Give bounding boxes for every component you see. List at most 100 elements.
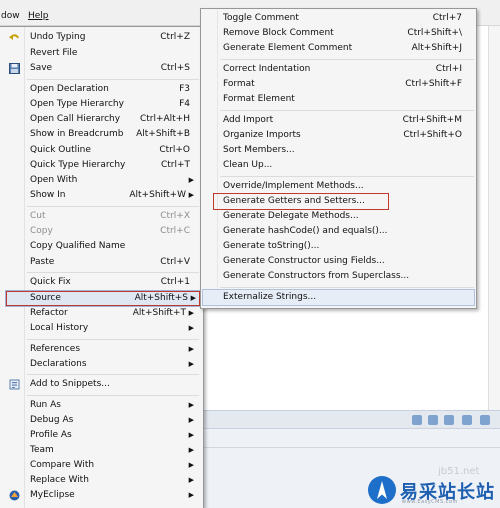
source-submenu: Toggle Comment Ctrl+7 Remove Block Comme… xyxy=(200,8,477,309)
editor-scrollbar[interactable] xyxy=(488,26,500,416)
menu-item-team[interactable]: Team ▶ xyxy=(2,443,202,458)
menu-item-clean-up[interactable]: Clean Up... xyxy=(203,158,474,173)
menu-item-label: Quick Outline xyxy=(30,145,91,155)
menu-window[interactable]: dow xyxy=(1,11,20,21)
menu-item-open-type-hierarchy[interactable]: Open Type Hierarchy F4 xyxy=(2,97,202,112)
menu-separator xyxy=(27,206,199,207)
menu-item-generate-element-comment[interactable]: Generate Element Comment Alt+Shift+J xyxy=(203,41,474,56)
menu-item-shortcut: F4 xyxy=(179,99,190,109)
menu-item-label: Profile As xyxy=(30,430,72,440)
menu-item-open-declaration[interactable]: Open Declaration F3 xyxy=(2,82,202,97)
menu-item-shortcut: Ctrl+7 xyxy=(432,13,462,23)
menu-item-quick-type-hierarchy[interactable]: Quick Type Hierarchy Ctrl+T xyxy=(2,158,202,173)
menu-item-label: Refactor xyxy=(30,308,68,318)
menu-item-externalize-strings[interactable]: Externalize Strings... xyxy=(202,289,475,306)
menu-item-open-with[interactable]: Open With ▶ xyxy=(2,173,202,188)
menu-item-run-as[interactable]: Run As ▶ xyxy=(2,398,202,413)
menu-item-myeclipse[interactable]: MyEclipse ▶ xyxy=(2,488,202,503)
display-selected-icon[interactable] xyxy=(444,415,454,425)
menu-item-debug-as[interactable]: Debug As ▶ xyxy=(2,413,202,428)
menu-item-shortcut: Ctrl+I xyxy=(435,64,462,74)
watermark-logo-icon xyxy=(368,476,396,504)
menu-item-references[interactable]: References ▶ xyxy=(2,342,202,357)
menu-item-generate-constructor-fields[interactable]: Generate Constructor using Fields... xyxy=(203,254,474,269)
menu-item-generate-tostring[interactable]: Generate toString()... xyxy=(203,239,474,254)
view-menu-icon[interactable] xyxy=(412,415,422,425)
menu-item-compare-with[interactable]: Compare With ▶ xyxy=(2,458,202,473)
menu-item-shortcut: Ctrl+Shift+F xyxy=(405,79,462,89)
menu-item-toggle-comment[interactable]: Toggle Comment Ctrl+7 xyxy=(203,11,474,26)
menu-item-quick-fix[interactable]: Quick Fix Ctrl+1 xyxy=(2,275,202,290)
menu-separator xyxy=(220,287,474,288)
submenu-arrow-icon: ▶ xyxy=(188,476,194,484)
menu-item-label: Add Import xyxy=(223,115,274,125)
menu-item-label: Open Declaration xyxy=(30,84,109,94)
new-console-icon[interactable] xyxy=(462,415,472,425)
minimize-icon[interactable] xyxy=(480,415,490,425)
menu-item-label: Format xyxy=(223,79,255,89)
menu-item-label: Copy xyxy=(30,226,53,236)
watermark-url: jb51.net xyxy=(438,466,480,477)
menu-item-open-call-hierarchy[interactable]: Open Call Hierarchy Ctrl+Alt+H xyxy=(2,112,202,127)
menu-separator xyxy=(27,339,199,340)
menu-item-override-implement-methods[interactable]: Override/Implement Methods... xyxy=(203,179,474,194)
menu-help[interactable]: Help xyxy=(28,11,49,21)
menu-item-shortcut: Ctrl+1 xyxy=(160,277,190,287)
menu-item-copy-qualified-name[interactable]: Copy Qualified Name xyxy=(2,239,202,254)
menu-item-add-to-snippets[interactable]: Add to Snippets... xyxy=(2,377,202,392)
menu-item-refactor[interactable]: Refactor Alt+Shift+T ▶ xyxy=(2,306,202,321)
menu-item-shortcut: Ctrl+O xyxy=(159,145,190,155)
menu-item-declarations[interactable]: Declarations ▶ xyxy=(2,357,202,372)
menu-item-format[interactable]: Format Ctrl+Shift+F xyxy=(203,77,474,92)
submenu-arrow-icon: ▶ xyxy=(188,324,194,332)
menu-item-add-import[interactable]: Add Import Ctrl+Shift+M xyxy=(203,113,474,128)
menu-item-shortcut: Ctrl+X xyxy=(160,211,190,221)
menu-item-label: Declarations xyxy=(30,359,87,369)
menu-item-save[interactable]: Save Ctrl+S xyxy=(2,61,202,76)
menu-item-generate-delegate-methods[interactable]: Generate Delegate Methods... xyxy=(203,209,474,224)
menu-item-label: Cut xyxy=(30,211,46,221)
menu-item-label: Local History xyxy=(30,323,89,333)
menu-item-shortcut: Ctrl+S xyxy=(160,63,190,73)
menu-item-undo-typing[interactable]: Undo Typing Ctrl+Z xyxy=(2,30,202,45)
menu-item-replace-with[interactable]: Replace With ▶ xyxy=(2,473,202,488)
menu-item-format-element[interactable]: Format Element xyxy=(203,92,474,107)
menu-item-sort-members[interactable]: Sort Members... xyxy=(203,143,474,158)
menu-item-label: Revert File xyxy=(30,48,78,58)
menu-item-label: Open With xyxy=(30,175,78,185)
submenu-arrow-icon: ▶ xyxy=(188,461,194,469)
menu-item-copy[interactable]: Copy Ctrl+C xyxy=(2,224,202,239)
getters-setters-annotation-box xyxy=(213,193,389,210)
menu-item-show-in-breadcrumb[interactable]: Show in Breadcrumb Alt+Shift+B xyxy=(2,127,202,142)
menu-item-label: Clean Up... xyxy=(223,160,273,170)
snippets-icon xyxy=(9,379,20,390)
panel-divider xyxy=(200,447,500,448)
submenu-arrow-icon: ▶ xyxy=(188,360,194,368)
menu-item-local-history[interactable]: Local History ▶ xyxy=(2,321,202,336)
menu-item-shortcut: Alt+Shift+B xyxy=(136,129,190,139)
menu-item-show-in[interactable]: Show In Alt+Shift+W ▶ xyxy=(2,188,202,203)
save-icon xyxy=(9,63,20,74)
menu-item-generate-hashcode-equals[interactable]: Generate hashCode() and equals()... xyxy=(203,224,474,239)
menu-item-label: Open Call Hierarchy xyxy=(30,114,121,124)
menu-item-organize-imports[interactable]: Organize Imports Ctrl+Shift+O xyxy=(203,128,474,143)
menu-item-label: Organize Imports xyxy=(223,130,301,140)
menu-item-paste[interactable]: Paste Ctrl+V xyxy=(2,255,202,270)
menu-item-remove-block-comment[interactable]: Remove Block Comment Ctrl+Shift+\ xyxy=(203,26,474,41)
pin-icon[interactable] xyxy=(428,415,438,425)
menu-item-profile-as[interactable]: Profile As ▶ xyxy=(2,428,202,443)
myeclipse-icon xyxy=(9,490,20,501)
submenu-arrow-icon: ▶ xyxy=(188,191,194,199)
undo-icon xyxy=(9,34,19,40)
menu-separator xyxy=(27,272,199,273)
menu-item-cut[interactable]: Cut Ctrl+X xyxy=(2,209,202,224)
menu-separator xyxy=(220,59,474,60)
menu-separator xyxy=(220,176,474,177)
menu-item-generate-constructors-superclass[interactable]: Generate Constructors from Superclass... xyxy=(203,269,474,284)
menu-item-shortcut: Alt+Shift+T xyxy=(132,308,186,318)
submenu-arrow-icon: ▶ xyxy=(188,401,194,409)
menu-item-correct-indentation[interactable]: Correct Indentation Ctrl+I xyxy=(203,62,474,77)
menu-item-label: Run As xyxy=(30,400,61,410)
menu-item-revert-file[interactable]: Revert File xyxy=(2,46,202,61)
menu-item-quick-outline[interactable]: Quick Outline Ctrl+O xyxy=(2,143,202,158)
